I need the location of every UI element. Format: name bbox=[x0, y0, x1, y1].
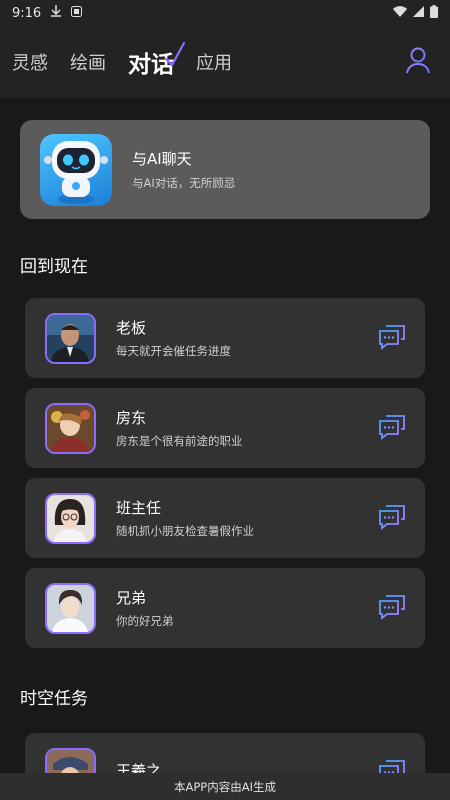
character-card-brother[interactable]: 兄弟 你的好兄弟 bbox=[25, 568, 425, 648]
user-profile-icon[interactable] bbox=[404, 46, 432, 74]
ai-generated-notice: 本APP内容由AI生成 bbox=[0, 773, 450, 800]
tab-apps[interactable]: 应用 bbox=[196, 49, 232, 75]
status-time: 9:16 bbox=[12, 5, 42, 21]
battery-icon bbox=[430, 4, 438, 22]
wang-xizhi-name: 王羲之 bbox=[116, 762, 162, 773]
status-bar: 9:16 bbox=[0, 0, 450, 26]
tab-painting[interactable]: 绘画 bbox=[70, 49, 106, 75]
notification-icon bbox=[71, 5, 83, 21]
landlord-desc: 房东是个很有前途的职业 bbox=[116, 434, 243, 448]
head-teacher-avatar bbox=[45, 492, 96, 544]
character-card-boss[interactable]: 老板 每天就开会催任务进度 bbox=[25, 298, 425, 378]
signal-icon bbox=[413, 5, 424, 21]
chat-bubble-icon[interactable] bbox=[377, 758, 407, 773]
section-title-present: 回到现在 bbox=[20, 257, 88, 277]
head-teacher-name: 班主任 bbox=[116, 499, 162, 517]
head-teacher-desc: 随机抓小朋友检查暑假作业 bbox=[116, 524, 254, 538]
content-area[interactable]: 与AI聊天 与AI对话，无所顾忌 回到现在 老板 每天就开会催任务进度 房东 房… bbox=[0, 98, 450, 773]
chat-bubble-icon[interactable] bbox=[377, 503, 407, 531]
robot-avatar bbox=[40, 133, 112, 206]
character-card-landlord[interactable]: 房东 房东是个很有前途的职业 bbox=[25, 388, 425, 468]
chat-bubble-icon[interactable] bbox=[377, 593, 407, 621]
section-title-time-tasks: 时空任务 bbox=[20, 689, 88, 709]
chat-bubble-icon[interactable] bbox=[377, 413, 407, 441]
chat-bubble-icon[interactable] bbox=[377, 323, 407, 351]
active-tab-check-icon bbox=[164, 41, 186, 67]
tab-chat[interactable]: 对话 bbox=[128, 41, 186, 79]
download-icon bbox=[51, 5, 62, 21]
boss-avatar bbox=[45, 312, 96, 364]
brother-desc: 你的好兄弟 bbox=[116, 614, 174, 628]
character-card-head-teacher[interactable]: 班主任 随机抓小朋友检查暑假作业 bbox=[25, 478, 425, 558]
tab-inspiration[interactable]: 灵感 bbox=[12, 49, 48, 75]
brother-avatar bbox=[45, 582, 96, 634]
wifi-icon bbox=[393, 5, 407, 21]
wang-xizhi-avatar bbox=[45, 747, 96, 773]
boss-desc: 每天就开会催任务进度 bbox=[116, 344, 231, 358]
ai-chat-card[interactable]: 与AI聊天 与AI对话，无所顾忌 bbox=[20, 120, 430, 219]
landlord-name: 房东 bbox=[116, 409, 147, 427]
ai-card-title: 与AI聊天 bbox=[132, 150, 192, 168]
ai-card-subtitle: 与AI对话，无所顾忌 bbox=[132, 176, 236, 190]
top-navigation: 灵感 绘画 对话 应用 bbox=[0, 26, 450, 98]
boss-name: 老板 bbox=[116, 319, 147, 337]
ai-generated-notice-text: 本APP内容由AI生成 bbox=[174, 779, 276, 794]
brother-name: 兄弟 bbox=[116, 589, 147, 607]
character-card-wang-xizhi[interactable]: 王羲之 bbox=[25, 733, 425, 773]
landlord-avatar bbox=[45, 402, 96, 454]
